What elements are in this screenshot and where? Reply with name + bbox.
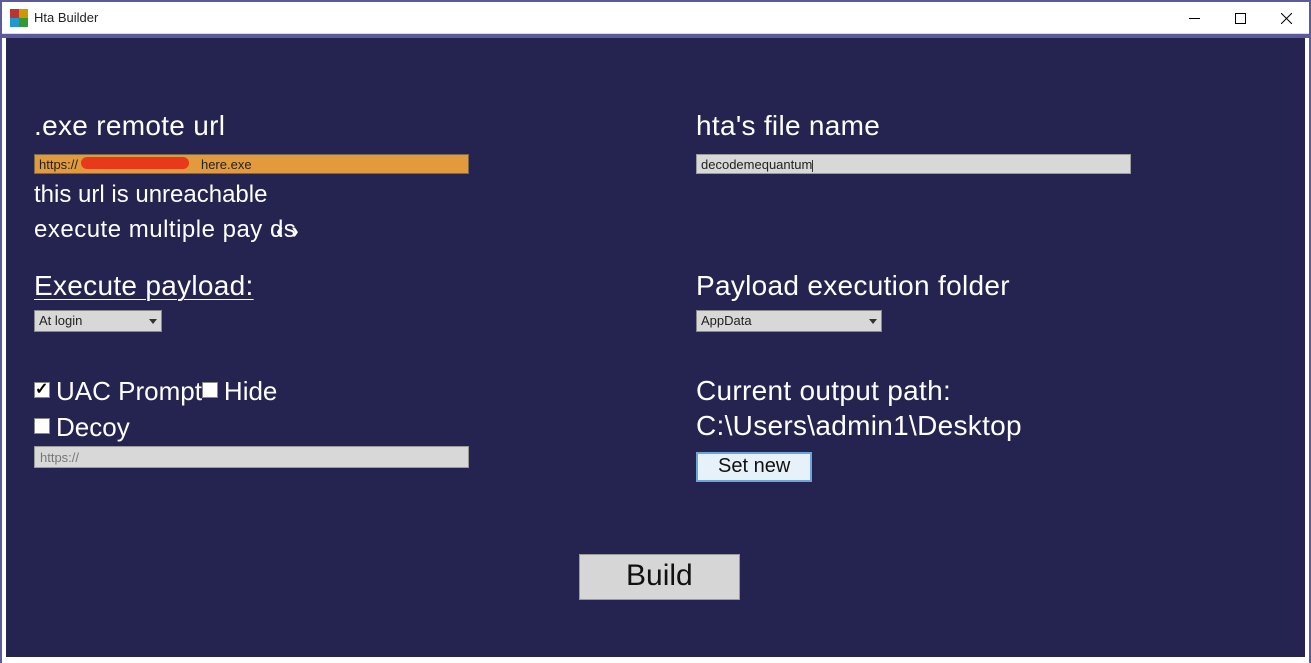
maximize-button[interactable] bbox=[1217, 2, 1263, 34]
output-path-value: C:\Users\admin1\Desktop bbox=[696, 410, 1022, 442]
redaction-mark bbox=[81, 157, 189, 169]
filename-value: decodemequantum bbox=[701, 157, 812, 172]
form-panel: .exe remote url https:// ###############… bbox=[6, 38, 1305, 657]
window-controls bbox=[1171, 2, 1309, 34]
decoy-checkbox[interactable] bbox=[34, 418, 50, 434]
filename-input[interactable]: decodemequantum bbox=[696, 154, 1131, 174]
output-path-label: Current output path: bbox=[696, 375, 951, 407]
titlebar[interactable]: Hta Builder bbox=[2, 2, 1309, 34]
set-new-button[interactable]: Set new bbox=[696, 452, 812, 482]
execute-payload-dropdown[interactable]: At login bbox=[34, 310, 162, 332]
hide-checkbox[interactable] bbox=[202, 382, 218, 398]
decoy-url-input[interactable]: https:// bbox=[34, 446, 469, 468]
window-title: Hta Builder bbox=[34, 10, 98, 25]
build-button[interactable]: Build bbox=[579, 554, 740, 600]
hide-label: Hide bbox=[224, 376, 277, 407]
uac-prompt-checkbox[interactable] bbox=[34, 382, 50, 398]
decoy-label: Decoy bbox=[56, 412, 130, 443]
chevron-right-icon[interactable]: › bbox=[291, 218, 298, 244]
execute-payload-value: At login bbox=[39, 313, 82, 328]
client-area: .exe remote url https:// ###############… bbox=[2, 38, 1309, 663]
text-caret bbox=[812, 160, 813, 172]
chevron-left-icon[interactable]: ‹ bbox=[276, 218, 283, 244]
app-icon bbox=[10, 9, 28, 27]
multiple-payloads-text: execute multiple pay ds bbox=[34, 216, 296, 244]
exec-folder-dropdown[interactable]: AppData bbox=[696, 310, 882, 332]
chevron-down-icon bbox=[149, 319, 157, 324]
remote-url-prefix: https:// bbox=[39, 157, 78, 172]
exec-folder-label: Payload execution folder bbox=[696, 270, 1010, 302]
window-frame: Hta Builder .exe remote url https:// ###… bbox=[0, 0, 1311, 663]
minimize-button[interactable] bbox=[1171, 2, 1217, 34]
payload-nav-arrows[interactable]: ‹ › bbox=[276, 218, 299, 244]
close-button[interactable] bbox=[1263, 2, 1309, 34]
filename-label: hta's file name bbox=[696, 110, 880, 142]
remote-url-label: .exe remote url bbox=[34, 110, 225, 142]
remote-url-suffix: here.exe bbox=[201, 157, 252, 172]
execute-payload-label: Execute payload: bbox=[34, 270, 254, 302]
url-status-text: this url is unreachable bbox=[34, 181, 267, 209]
decoy-url-value: https:// bbox=[40, 450, 79, 465]
chevron-down-icon bbox=[869, 319, 877, 324]
exec-folder-value: AppData bbox=[701, 313, 752, 328]
uac-prompt-label: UAC Prompt bbox=[56, 376, 202, 407]
